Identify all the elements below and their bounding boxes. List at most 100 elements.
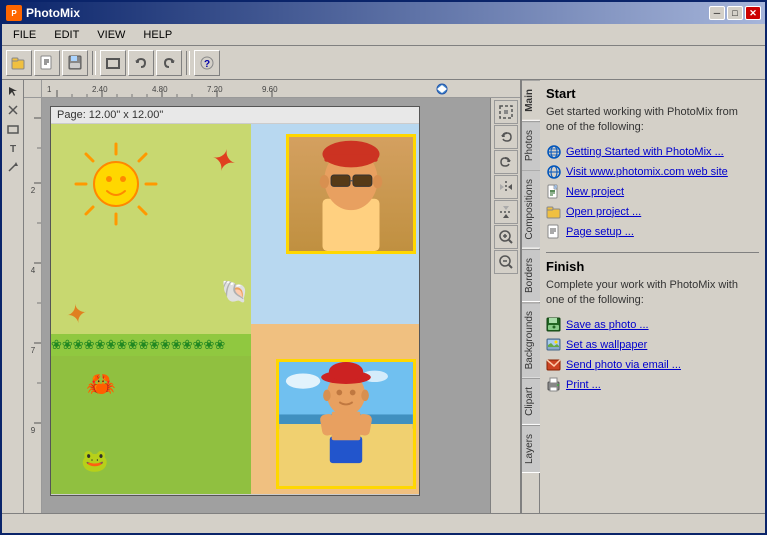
tool-crop[interactable] xyxy=(4,101,22,119)
title-bar-left: P PhotoMix xyxy=(6,5,80,21)
tool-select[interactable] xyxy=(4,82,22,100)
link-page-setup[interactable]: Page setup ... xyxy=(546,222,759,242)
tb-save-button[interactable] xyxy=(62,50,88,76)
flower-strip: ❀❀❀❀❀❀❀❀❀❀❀❀❀❀❀❀ xyxy=(51,334,251,356)
right-tool-strip xyxy=(490,98,520,513)
start-desc: Get started working with PhotoMix from o… xyxy=(546,105,759,136)
tool-rect[interactable] xyxy=(4,120,22,138)
tool-draw[interactable] xyxy=(4,158,22,176)
ruler-left: 2 4 7 9 xyxy=(24,98,42,513)
svg-text:4.80: 4.80 xyxy=(152,85,168,94)
svg-text:?: ? xyxy=(204,59,210,70)
canvas-with-ruler: 2 4 7 9 Page: 12.00" x 1 xyxy=(24,98,520,513)
minimize-button[interactable]: ─ xyxy=(709,6,725,20)
start-title: Start xyxy=(546,86,759,101)
left-toolbar: T xyxy=(2,80,24,513)
rs-zoom-in-button[interactable] xyxy=(494,225,518,249)
menu-view[interactable]: VIEW xyxy=(88,26,134,44)
tb-redo-button[interactable] xyxy=(156,50,182,76)
rs-rotate-right-button[interactable] xyxy=(494,150,518,174)
tab-borders[interactable]: Borders xyxy=(522,249,540,302)
link-set-wallpaper[interactable]: Set as wallpaper xyxy=(546,335,759,355)
rs-transform-button[interactable] xyxy=(494,100,518,124)
svg-text:4: 4 xyxy=(31,266,36,275)
tab-compositions[interactable]: Compositions xyxy=(522,170,540,249)
start-section: Start Get started working with PhotoMix … xyxy=(546,86,759,242)
menu-help[interactable]: HELP xyxy=(134,26,181,44)
finish-title: Finish xyxy=(546,259,759,274)
svg-text:T: T xyxy=(9,144,15,154)
svg-text:9: 9 xyxy=(31,426,36,435)
tb-open-button[interactable] xyxy=(6,50,32,76)
ruler-top: 1 2.40 4.80 7.20 9.60 xyxy=(42,80,520,97)
tb-help-button[interactable]: ? xyxy=(194,50,220,76)
link-visit-website[interactable]: Visit www.photomix.com web site xyxy=(546,162,759,182)
photo-1[interactable] xyxy=(286,134,416,254)
finish-desc: Complete your work with PhotoMix with on… xyxy=(546,278,759,309)
canvas-area: 1 2.40 4.80 7.20 9.60 xyxy=(24,80,520,513)
globe-icon-1 xyxy=(546,144,562,160)
side-panel: Main Photos Compositions Borders Backgro… xyxy=(520,80,765,513)
link-open-project[interactable]: Open project ... xyxy=(546,202,759,222)
cursor-info: Cursor: 13.83" x 8.99" xyxy=(51,494,419,496)
open-icon xyxy=(546,204,562,220)
link-getting-started[interactable]: Getting Started with PhotoMix ... xyxy=(546,142,759,162)
rs-rotate-left-button[interactable] xyxy=(494,125,518,149)
canvas-frame: Page: 12.00" x 12.00" xyxy=(50,106,420,496)
sun-decoration xyxy=(71,139,161,229)
title-controls: ─ □ ✕ xyxy=(709,6,761,20)
svg-text:7.20: 7.20 xyxy=(207,85,223,94)
link-send-email[interactable]: Send photo via email ... xyxy=(546,355,759,375)
rs-flip-h-button[interactable] xyxy=(494,175,518,199)
tab-main[interactable]: Main xyxy=(522,80,540,121)
menu-file[interactable]: FILE xyxy=(4,26,45,44)
tab-clipart[interactable]: Clipart xyxy=(522,378,540,425)
wallpaper-icon xyxy=(546,337,562,353)
tb-separator-2 xyxy=(186,51,190,75)
tab-photos[interactable]: Photos xyxy=(522,121,540,170)
toolbar: ? xyxy=(2,46,765,80)
photo-2[interactable] xyxy=(276,359,416,489)
canvas-content: ✦ ✦ 🐚 ❀❀❀❀❀❀❀❀❀❀❀❀❀❀❀❀ 🦀 xyxy=(51,124,420,494)
tab-layers[interactable]: Layers xyxy=(522,425,540,473)
tab-backgrounds[interactable]: Backgrounds xyxy=(522,302,540,378)
new-icon xyxy=(546,184,562,200)
print-icon xyxy=(546,377,562,393)
status-bar xyxy=(2,513,765,533)
app-title: PhotoMix xyxy=(26,6,80,20)
main-window: P PhotoMix ─ □ ✕ FILE EDIT VIEW HELP xyxy=(0,0,767,535)
email-icon xyxy=(546,357,562,373)
svg-text:1: 1 xyxy=(47,85,52,94)
canvas-page-label: Page: 12.00" x 12.00" xyxy=(51,107,419,124)
shell-1: 🐚 xyxy=(221,279,248,305)
frog-decoration: 🐸 xyxy=(81,448,108,474)
tb-separator-1 xyxy=(92,51,96,75)
close-button[interactable]: ✕ xyxy=(745,6,761,20)
tb-undo-button[interactable] xyxy=(128,50,154,76)
rs-zoom-out-button[interactable] xyxy=(494,250,518,274)
maximize-button[interactable]: □ xyxy=(727,6,743,20)
link-save-photo[interactable]: Save as photo ... xyxy=(546,315,759,335)
save-icon xyxy=(546,317,562,333)
finish-section: Finish Complete your work with PhotoMix … xyxy=(546,259,759,395)
photo-collage: ✦ ✦ 🐚 ❀❀❀❀❀❀❀❀❀❀❀❀❀❀❀❀ 🦀 xyxy=(51,124,420,494)
tb-rect-button[interactable] xyxy=(100,50,126,76)
canvas-scroll[interactable]: Page: 12.00" x 12.00" xyxy=(42,98,490,513)
app-icon: P xyxy=(6,5,22,21)
link-print[interactable]: Print ... xyxy=(546,375,759,395)
section-divider xyxy=(546,252,759,253)
svg-text:2.40: 2.40 xyxy=(92,85,108,94)
menu-bar: FILE EDIT VIEW HELP xyxy=(2,24,765,46)
globe-icon-2 xyxy=(546,164,562,180)
crab-decoration: 🦀 xyxy=(86,370,116,399)
tool-text[interactable]: T xyxy=(4,139,22,157)
menu-edit[interactable]: EDIT xyxy=(45,26,88,44)
tb-new-button[interactable] xyxy=(34,50,60,76)
rs-flip-v-button[interactable] xyxy=(494,200,518,224)
link-new-project[interactable]: New project xyxy=(546,182,759,202)
title-bar: P PhotoMix ─ □ ✕ xyxy=(2,2,765,24)
svg-text:9.60: 9.60 xyxy=(262,85,278,94)
setup-icon xyxy=(546,224,562,240)
main-content: T 1 2.40 4.80 7.20 xyxy=(2,80,765,513)
tab-strip: Main Photos Compositions Borders Backgro… xyxy=(522,80,540,513)
